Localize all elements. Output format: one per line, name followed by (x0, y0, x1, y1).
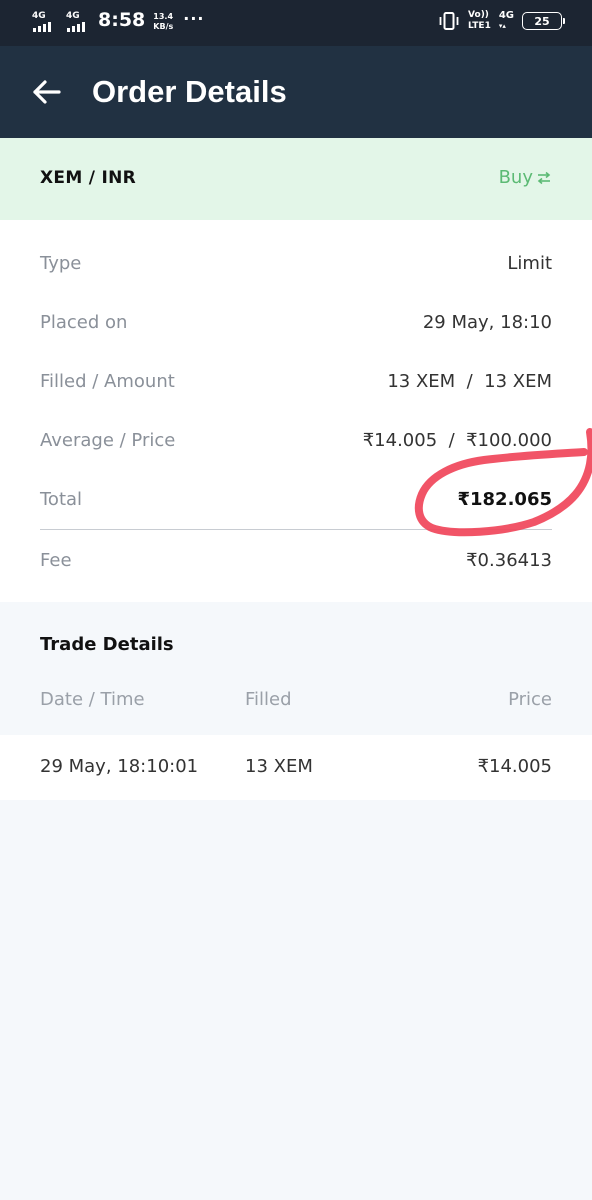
network-speed: 13.4 KB/s (153, 12, 174, 31)
vibrate-icon (439, 12, 459, 30)
trade-filled: 13 XEM (245, 756, 313, 777)
order-side: Buy (499, 167, 552, 188)
detail-row-placed-on: Placed on 29 May, 18:10 (40, 307, 552, 337)
divider (40, 529, 552, 530)
detail-label: Total (40, 488, 83, 510)
detail-row-filled-amount: Filled / Amount 13 XEM / 13 XEM (40, 366, 552, 396)
table-row: 29 May, 18:10:01 13 XEM ₹14.005 (0, 735, 592, 800)
network-type-2: 4G (66, 11, 80, 21)
detail-row-fee: Fee ₹0.36413 (40, 545, 552, 575)
detail-label: Average / Price (40, 429, 176, 451)
order-details-card: Type Limit Placed on 29 May, 18:10 Fille… (0, 220, 592, 602)
detail-value: 13 XEM / 13 XEM (387, 370, 552, 392)
order-side-label: Buy (498, 167, 533, 188)
clock: 8:58 (98, 9, 146, 31)
detail-value: ₹0.36413 (466, 549, 552, 571)
page-title: Order Details (92, 74, 287, 109)
volte-indicator: Vo)) LTE1 (468, 10, 491, 31)
detail-label: Type (40, 252, 82, 274)
detail-value: 29 May, 18:10 (422, 311, 552, 333)
trading-pair: XEM / INR (40, 168, 137, 188)
detail-value: Limit (507, 252, 552, 274)
total-value: ₹182.065 (457, 488, 552, 510)
column-header-filled: Filled (245, 689, 292, 710)
column-header-price: Price (508, 689, 552, 710)
detail-label: Fee (40, 549, 72, 571)
detail-row-type: Type Limit (40, 248, 552, 278)
network-type-1: 4G (32, 11, 46, 21)
app-toolbar: Order Details (0, 46, 592, 138)
column-header-datetime: Date / Time (40, 689, 145, 710)
battery-icon: 25 (522, 12, 565, 30)
more-notifications-icon: ··· (183, 9, 205, 28)
signal-icon: 4G (30, 8, 60, 32)
detail-row-total: Total ₹182.065 (40, 484, 552, 514)
detail-label: Filled / Amount (40, 370, 175, 392)
swap-arrows-icon (537, 171, 551, 184)
trade-details-title: Trade Details (40, 634, 174, 655)
trade-price: ₹14.005 (477, 756, 552, 777)
battery-level: 25 (534, 14, 550, 28)
status-bar: 4G 4G 8:58 13.4 KB/s ··· Vo)) LTE1 4G ▾▴… (0, 0, 592, 46)
detail-label: Placed on (40, 311, 128, 333)
trade-datetime: 29 May, 18:10:01 (40, 756, 199, 777)
signal-icon: 4G (64, 8, 94, 32)
detail-value: ₹14.005 / ₹100.000 (362, 429, 552, 451)
mobile-data-icon: 4G ▾▴ (498, 10, 514, 30)
detail-row-average-price: Average / Price ₹14.005 / ₹100.000 (40, 425, 552, 455)
arrow-left-icon[interactable] (28, 74, 64, 110)
pair-header: XEM / INR Buy (0, 138, 592, 220)
